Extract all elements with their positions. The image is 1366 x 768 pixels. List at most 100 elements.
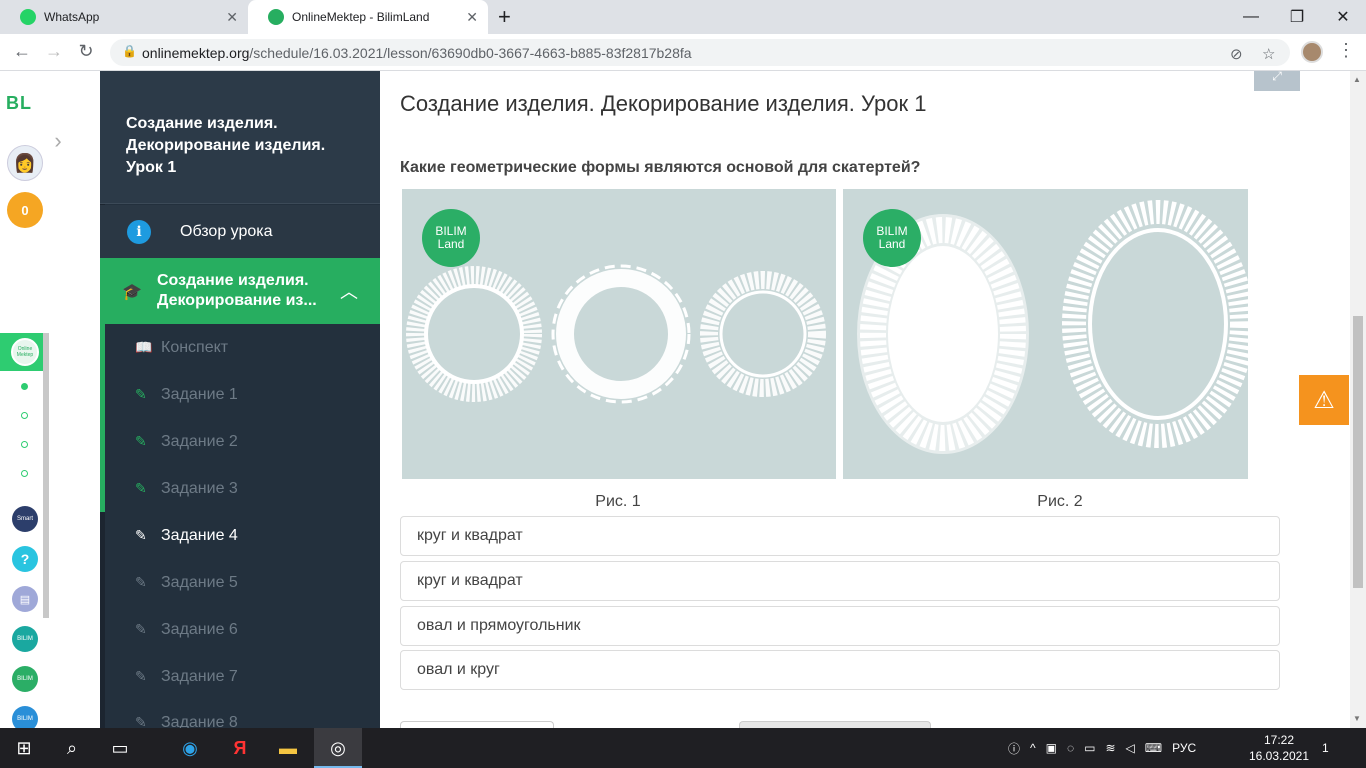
bilimland-app-icon[interactable]: BILIM (12, 666, 38, 692)
chevron-up-icon[interactable]: ︿ (340, 278, 358, 304)
edit-icon: ✎ (135, 433, 147, 449)
tab-whatsapp[interactable]: WhatsApp ✕ (0, 0, 248, 34)
edit-icon: ✎ (135, 574, 147, 590)
nav-dot[interactable] (21, 470, 28, 477)
sidebar-item-task-3[interactable]: ✎ Задание 3 (100, 465, 380, 512)
network-icon[interactable]: ◌ (1067, 741, 1074, 755)
task-view-icon[interactable]: ▭ (96, 728, 144, 768)
sidebar-item-label: Задание 3 (161, 479, 238, 497)
answer-option-4[interactable]: овал и круг (400, 650, 1280, 690)
bilimbook-icon[interactable]: BILIM (12, 706, 38, 728)
browser-tabbar: WhatsApp ✕ OnlineMektep - BilimLand ✕ + … (0, 0, 1366, 34)
nav-dot[interactable] (21, 383, 28, 390)
lesson-content: ⤢ Создание изделия. Декорирование издели… (380, 71, 1300, 728)
next-button[interactable] (739, 721, 931, 728)
sidebar-current-section[interactable]: 🎓 Создание изделия. Декорирование из... … (100, 258, 380, 324)
close-icon[interactable]: ✕ (466, 9, 478, 26)
question-text: Какие геометрические формы являются осно… (400, 159, 921, 176)
answer-option-2[interactable]: круг и квадрат (400, 561, 1280, 601)
clock[interactable]: 17:22 16.03.2021 (1248, 732, 1310, 764)
wifi-icon[interactable]: ≋ (1105, 741, 1115, 755)
yandex-icon[interactable]: Я (216, 728, 264, 768)
edge-icon[interactable]: ◉ (166, 728, 214, 768)
bilimland-badge: BILIM Land (863, 209, 921, 267)
clock-date: 16.03.2021 (1248, 749, 1310, 763)
online-mektep-icon[interactable]: Online Mektep (11, 338, 39, 366)
bookmark-star-icon[interactable]: ☆ (1262, 45, 1275, 63)
help-tray-icon[interactable]: ⓘ (1008, 740, 1020, 757)
sidebar-item-task-5[interactable]: ✎ Задание 5 (105, 559, 380, 606)
clock-time: 17:22 (1263, 733, 1295, 747)
forward-icon[interactable]: → (42, 41, 66, 62)
battery-icon[interactable]: ▭ (1084, 741, 1095, 755)
sidebar-header: Создание изделия. Декорирование изделия.… (100, 71, 380, 204)
sidebar-item-label: Задание 4 (161, 526, 238, 544)
profile-avatar[interactable] (1301, 41, 1323, 63)
address-bar[interactable]: 🔒 onlinemektep.org/schedule/16.03.2021/l… (110, 39, 1290, 66)
scroll-down-icon[interactable]: ▼ (1353, 714, 1361, 723)
user-avatar[interactable]: 👩 (7, 145, 43, 181)
warning-icon[interactable]: ⚠ (1299, 375, 1349, 425)
help-icon[interactable]: ? (12, 546, 38, 572)
prev-button[interactable] (400, 721, 554, 728)
sidebar-lesson-title: Создание изделия. Декорирование изделия.… (126, 115, 326, 176)
close-window-button[interactable]: ✕ (1320, 0, 1366, 34)
figure-1-image: BILIM Land (402, 189, 836, 479)
sidebar-item-konspekt[interactable]: 📖 Конспект (100, 324, 380, 371)
edit-icon: ✎ (135, 527, 147, 543)
windows-start-icon[interactable]: ⊞ (0, 728, 48, 768)
chrome-taskbar-button[interactable]: ◎ (314, 728, 362, 768)
restore-button[interactable]: ❐ (1274, 0, 1320, 34)
language-indicator[interactable]: РУС (1172, 741, 1196, 755)
keyboard-icon[interactable]: ⌨ (1145, 741, 1162, 755)
answer-option-1[interactable]: круг и квадрат (400, 516, 1280, 556)
tracking-icon[interactable]: ⊘ (1230, 45, 1243, 63)
sidebar-item-overview[interactable]: i Обзор урока (100, 205, 380, 258)
page-scrollbar[interactable]: ▲ ▼ (1350, 71, 1366, 728)
url-path: /schedule/16.03.2021/lesson/63690db0-366… (249, 44, 692, 61)
nav-dot[interactable] (21, 441, 28, 448)
bl-logo[interactable]: BL (6, 93, 32, 114)
bilim-class-icon[interactable]: BILIM (12, 626, 38, 652)
chevron-up-icon[interactable]: ^ (1030, 741, 1036, 755)
edit-icon: ✎ (135, 714, 147, 728)
scrollbar-thumb[interactable] (1353, 316, 1363, 588)
back-icon[interactable]: ← (10, 41, 34, 62)
notifications-icon[interactable]: 1 (1322, 728, 1329, 768)
whatsapp-icon (20, 9, 36, 25)
chevron-right-icon[interactable]: › (44, 121, 72, 161)
volume-icon[interactable]: ◁ (1126, 741, 1135, 755)
rail-scrollbar[interactable] (43, 333, 49, 618)
edit-icon: ✎ (135, 386, 147, 402)
sidebar-item-task-8[interactable]: ✎ Задание 8 (105, 699, 380, 729)
search-icon[interactable]: ⌕ (48, 728, 96, 768)
fullscreen-icon[interactable]: ⤢ (1254, 71, 1300, 91)
lock-icon[interactable]: 🔒 (122, 44, 137, 58)
tab-onlinemektep[interactable]: OnlineMektep - BilimLand ✕ (248, 0, 488, 34)
new-tab-button[interactable]: + (498, 4, 511, 30)
sidebar-item-task-2[interactable]: ✎ Задание 2 (100, 418, 380, 465)
sidebar-item-label: Задание 5 (161, 573, 238, 591)
sidebar-item-task-7[interactable]: ✎ Задание 7 (105, 653, 380, 700)
sidebar-item-label: Задание 2 (161, 432, 238, 450)
app-tray-icon[interactable]: ▣ (1046, 741, 1057, 755)
minimize-button[interactable]: — (1228, 0, 1274, 34)
coin-counter[interactable]: 0 (7, 192, 43, 228)
notification-count: 1 (1322, 741, 1329, 755)
nav-dot[interactable] (21, 412, 28, 419)
left-rail: BL 👩 0 Online Mektep Smart ? ▤ BILIM BIL… (0, 71, 50, 728)
answer-option-3[interactable]: овал и прямоугольник (400, 606, 1280, 646)
smart-nation-icon[interactable]: Smart (12, 506, 38, 532)
close-icon[interactable]: ✕ (226, 9, 238, 26)
sidebar-item-task-1[interactable]: ✎ Задание 1 (100, 371, 380, 418)
menu-icon[interactable]: ⋮ (1337, 40, 1355, 61)
file-explorer-icon[interactable]: ▬ (264, 728, 312, 768)
reload-icon[interactable]: ↻ (74, 41, 98, 62)
sidebar-item-task-4[interactable]: ✎ Задание 4 (105, 512, 380, 559)
sidebar-item-task-6[interactable]: ✎ Задание 6 (105, 606, 380, 653)
book-icon: 📖 (135, 339, 153, 355)
page-viewport: BL 👩 0 Online Mektep Smart ? ▤ BILIM BIL… (0, 71, 1366, 728)
sidebar-item-label: Конспект (161, 338, 229, 356)
news-icon[interactable]: ▤ (12, 586, 38, 612)
scroll-up-icon[interactable]: ▲ (1353, 75, 1361, 84)
